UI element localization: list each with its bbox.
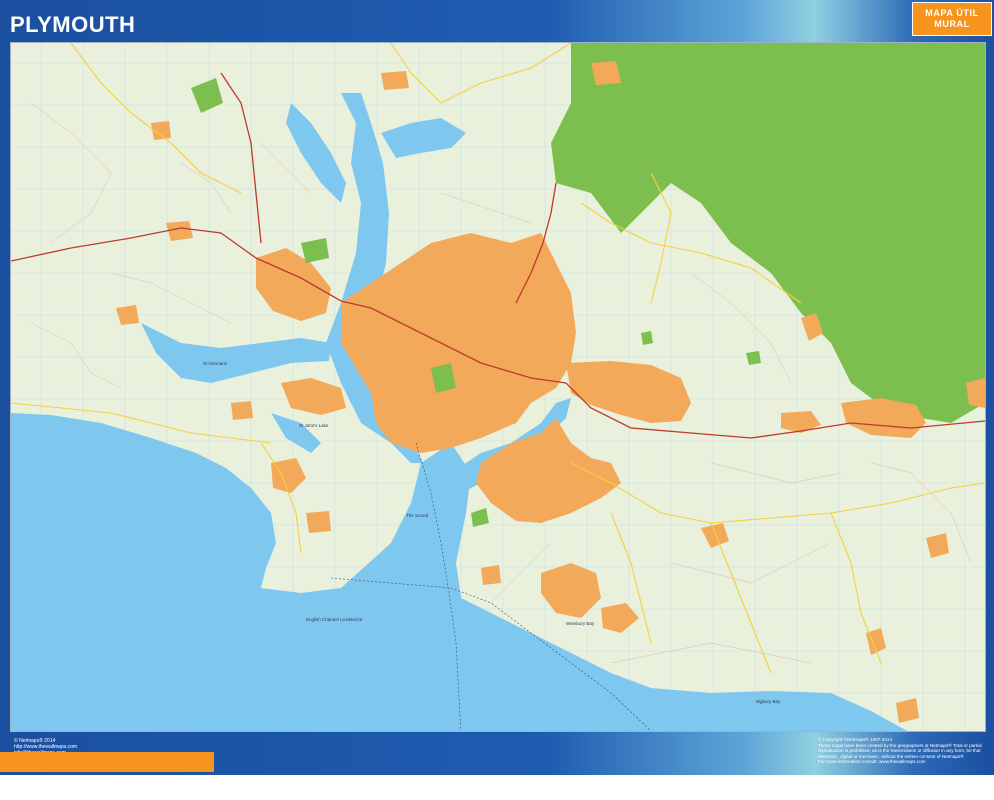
label-english-channel: English Channel La Manche <box>306 617 363 622</box>
footer-orange-bar <box>0 752 214 772</box>
label-the-sound: The Sound <box>406 513 429 518</box>
label-wembury-bay: Wembury Bay <box>566 621 595 626</box>
label-st-germans: St Germans <box>203 361 228 366</box>
label-st-johns-lake: St John's Lake <box>299 423 329 428</box>
mapa-util-badge[interactable]: MAPA ÚTIL MURAL <box>912 2 992 36</box>
map-canvas[interactable]: St Germans St John's Lake The Sound Engl… <box>10 42 986 732</box>
map-title: PLYMOUTH <box>10 12 136 37</box>
label-bigbury-bay: Bigbury Bay <box>756 699 781 704</box>
map-graphic: St Germans St John's Lake The Sound Engl… <box>11 43 985 731</box>
footer-right: © Copyright ©Netmaps® 1997-2014 These ma… <box>818 737 988 765</box>
badge-line-2: MURAL <box>934 19 970 29</box>
badge-line-1: MAPA ÚTIL <box>925 8 979 18</box>
footer-right-line-3: reproduction is prohibited, as is the tr… <box>818 748 981 754</box>
footer-right-line-5: For more information consult: www.thewal… <box>818 759 926 765</box>
